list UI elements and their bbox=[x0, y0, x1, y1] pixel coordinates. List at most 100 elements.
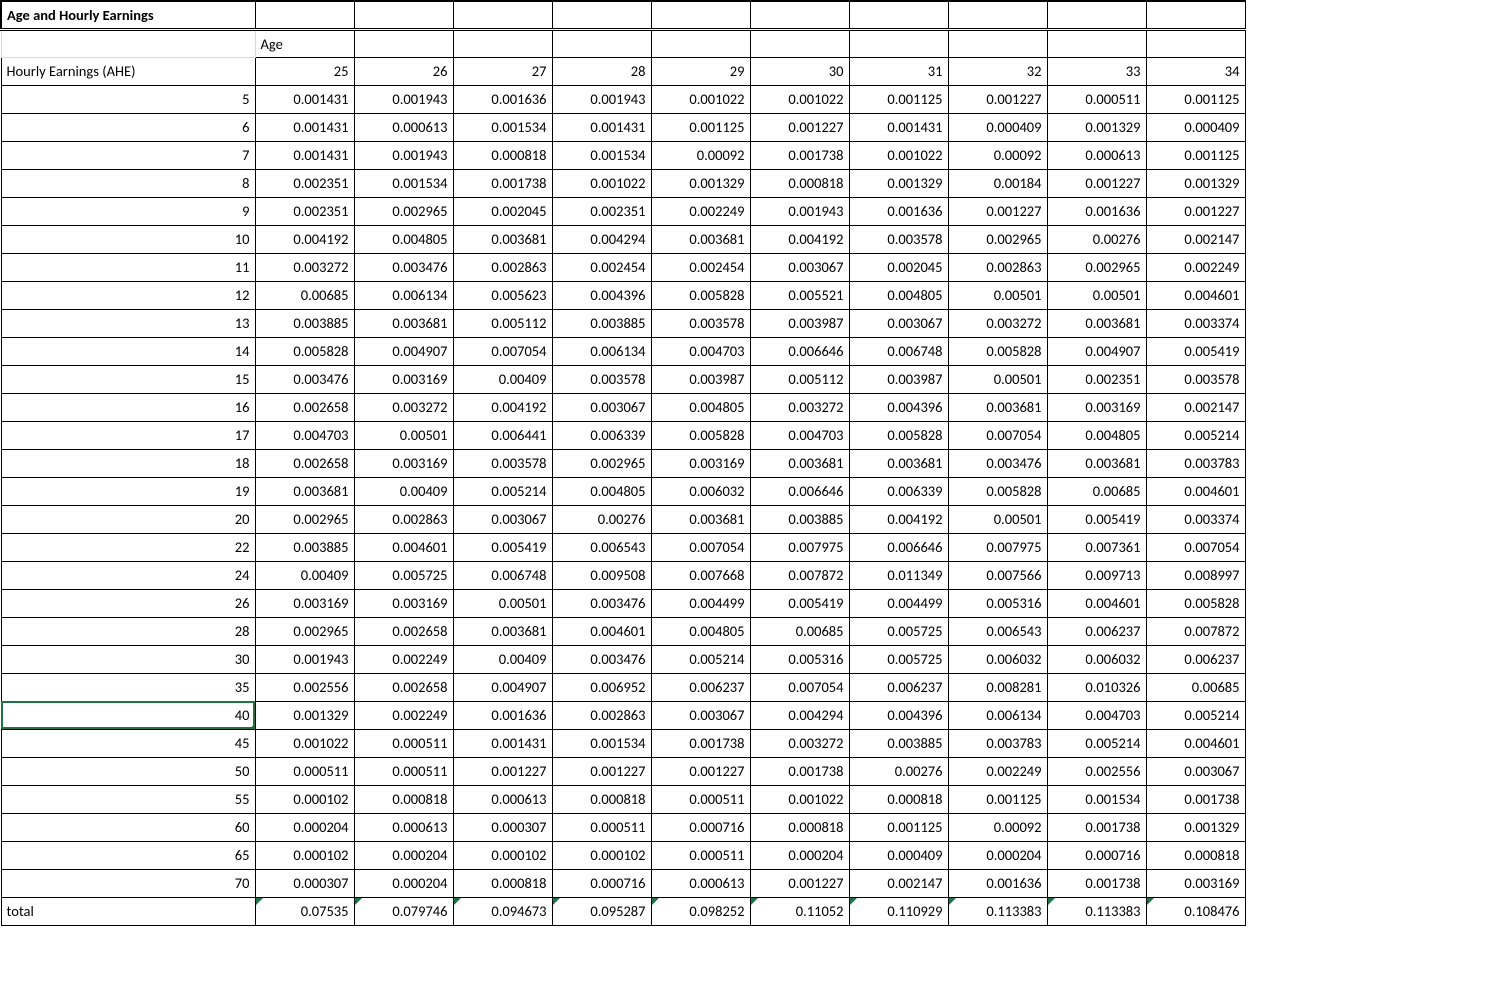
data-cell[interactable]: 0.001636 bbox=[453, 701, 552, 729]
data-cell[interactable]: 0.001534 bbox=[552, 729, 651, 757]
data-cell[interactable]: 0.001227 bbox=[1047, 169, 1146, 197]
data-cell[interactable]: 0.003885 bbox=[255, 309, 354, 337]
data-cell[interactable]: 0.003578 bbox=[1146, 365, 1245, 393]
earnings-label[interactable]: 45 bbox=[1, 729, 255, 757]
data-cell[interactable]: 0.00501 bbox=[948, 505, 1047, 533]
data-cell[interactable]: 0.003885 bbox=[552, 309, 651, 337]
data-cell[interactable]: 0.000204 bbox=[750, 841, 849, 869]
data-cell[interactable]: 0.001227 bbox=[453, 757, 552, 785]
data-cell[interactable]: 0.004805 bbox=[651, 393, 750, 421]
data-cell[interactable]: 0.002147 bbox=[1146, 393, 1245, 421]
data-cell[interactable]: 0.003169 bbox=[651, 449, 750, 477]
data-cell[interactable]: 0.006646 bbox=[849, 533, 948, 561]
data-cell[interactable]: 0.00409 bbox=[453, 645, 552, 673]
earnings-label[interactable]: 15 bbox=[1, 365, 255, 393]
data-cell[interactable]: 0.00685 bbox=[1146, 673, 1245, 701]
data-cell[interactable]: 0.007054 bbox=[948, 421, 1047, 449]
data-cell[interactable]: 0.002965 bbox=[255, 505, 354, 533]
spreadsheet-table[interactable]: Age and Hourly Earnings Age Hourly Earni… bbox=[0, 0, 1498, 926]
data-cell[interactable]: 0.005112 bbox=[453, 309, 552, 337]
data-cell[interactable]: 0.005214 bbox=[1146, 421, 1245, 449]
data-cell[interactable]: 0.001022 bbox=[849, 141, 948, 169]
data-cell[interactable]: 0.001636 bbox=[849, 197, 948, 225]
data-cell[interactable]: 0.000613 bbox=[354, 813, 453, 841]
data-cell[interactable]: 0.000818 bbox=[354, 785, 453, 813]
data-cell[interactable]: 0.005725 bbox=[849, 617, 948, 645]
data-cell[interactable]: 0.005828 bbox=[651, 421, 750, 449]
data-cell[interactable]: 0.002863 bbox=[354, 505, 453, 533]
data-cell[interactable]: 0.001943 bbox=[354, 85, 453, 113]
data-cell[interactable]: 0.001227 bbox=[552, 757, 651, 785]
data-cell[interactable]: 0.003169 bbox=[354, 449, 453, 477]
data-cell[interactable]: 0.000511 bbox=[354, 729, 453, 757]
data-cell[interactable]: 0.010326 bbox=[1047, 673, 1146, 701]
data-cell[interactable]: 0.001329 bbox=[651, 169, 750, 197]
data-cell[interactable]: 0.002351 bbox=[552, 197, 651, 225]
data-cell[interactable]: 0.000511 bbox=[1047, 85, 1146, 113]
data-cell[interactable]: 0.00409 bbox=[354, 477, 453, 505]
data-cell[interactable]: 0.006952 bbox=[552, 673, 651, 701]
data-cell[interactable]: 0.003476 bbox=[255, 365, 354, 393]
data-cell[interactable]: 0.003578 bbox=[453, 449, 552, 477]
data-cell[interactable]: 0.003681 bbox=[651, 225, 750, 253]
data-cell[interactable]: 0.003578 bbox=[552, 365, 651, 393]
data-cell[interactable]: 0.003885 bbox=[849, 729, 948, 757]
data-cell[interactable]: 0.006237 bbox=[1146, 645, 1245, 673]
data-cell[interactable]: 0.005316 bbox=[948, 589, 1047, 617]
data-cell[interactable]: 0.004192 bbox=[750, 225, 849, 253]
data-cell[interactable]: 0.003169 bbox=[354, 365, 453, 393]
data-cell[interactable]: 0.002249 bbox=[354, 701, 453, 729]
data-cell[interactable]: 0.003681 bbox=[750, 449, 849, 477]
data-cell[interactable]: 0.004601 bbox=[1146, 729, 1245, 757]
data-cell[interactable]: 0.003476 bbox=[354, 253, 453, 281]
data-cell[interactable]: 0.000716 bbox=[651, 813, 750, 841]
data-cell[interactable]: 0.004192 bbox=[453, 393, 552, 421]
data-cell[interactable]: 0.001125 bbox=[1146, 141, 1245, 169]
data-cell[interactable]: 0.00685 bbox=[750, 617, 849, 645]
data-cell[interactable]: 0.002658 bbox=[354, 673, 453, 701]
data-cell[interactable]: 0.006339 bbox=[552, 421, 651, 449]
data-cell[interactable]: 0.001431 bbox=[552, 113, 651, 141]
data-cell[interactable]: 0.000307 bbox=[453, 813, 552, 841]
earnings-label[interactable]: 12 bbox=[1, 281, 255, 309]
data-cell[interactable]: 0.003681 bbox=[948, 393, 1047, 421]
data-cell[interactable]: 0.00501 bbox=[948, 365, 1047, 393]
data-cell[interactable]: 0.006237 bbox=[849, 673, 948, 701]
data-cell[interactable]: 0.000511 bbox=[255, 757, 354, 785]
earnings-label[interactable]: 13 bbox=[1, 309, 255, 337]
data-cell[interactable]: 0.004703 bbox=[651, 337, 750, 365]
data-cell[interactable]: 0.000818 bbox=[750, 813, 849, 841]
data-cell[interactable]: 0.000409 bbox=[1146, 113, 1245, 141]
data-cell[interactable]: 0.003169 bbox=[354, 589, 453, 617]
data-cell[interactable]: 0.003067 bbox=[552, 393, 651, 421]
data-cell[interactable]: 0.004499 bbox=[849, 589, 948, 617]
data-cell[interactable]: 0.000818 bbox=[849, 785, 948, 813]
data-cell[interactable]: 0.000818 bbox=[453, 141, 552, 169]
data-cell[interactable]: 0.005828 bbox=[255, 337, 354, 365]
data-cell[interactable]: 0.00501 bbox=[453, 589, 552, 617]
data-cell[interactable]: 0.005521 bbox=[750, 281, 849, 309]
earnings-label[interactable]: 65 bbox=[1, 841, 255, 869]
data-cell[interactable]: 0.008281 bbox=[948, 673, 1047, 701]
data-cell[interactable]: 0.002863 bbox=[552, 701, 651, 729]
data-cell[interactable]: 0.001227 bbox=[750, 113, 849, 141]
earnings-label[interactable]: 17 bbox=[1, 421, 255, 449]
data-cell[interactable]: 0.000511 bbox=[552, 813, 651, 841]
data-cell[interactable]: 0.001943 bbox=[552, 85, 651, 113]
data-cell[interactable]: 0.004805 bbox=[651, 617, 750, 645]
data-cell[interactable]: 0.003681 bbox=[1047, 309, 1146, 337]
data-cell[interactable]: 0.000511 bbox=[651, 841, 750, 869]
data-cell[interactable]: 0.000204 bbox=[255, 813, 354, 841]
data-cell[interactable]: 0.000818 bbox=[453, 869, 552, 897]
data-cell[interactable]: 0.002556 bbox=[255, 673, 354, 701]
data-cell[interactable]: 0.002556 bbox=[1047, 757, 1146, 785]
data-cell[interactable]: 0.001125 bbox=[849, 85, 948, 113]
data-cell[interactable]: 0.003681 bbox=[255, 477, 354, 505]
data-cell[interactable]: 0.003681 bbox=[1047, 449, 1146, 477]
data-cell[interactable]: 0.001431 bbox=[255, 85, 354, 113]
data-cell[interactable]: 0.00092 bbox=[651, 141, 750, 169]
data-cell[interactable]: 0.002249 bbox=[1146, 253, 1245, 281]
earnings-label[interactable]: 20 bbox=[1, 505, 255, 533]
data-cell[interactable]: 0.001534 bbox=[453, 113, 552, 141]
data-cell[interactable]: 0.003169 bbox=[1047, 393, 1146, 421]
